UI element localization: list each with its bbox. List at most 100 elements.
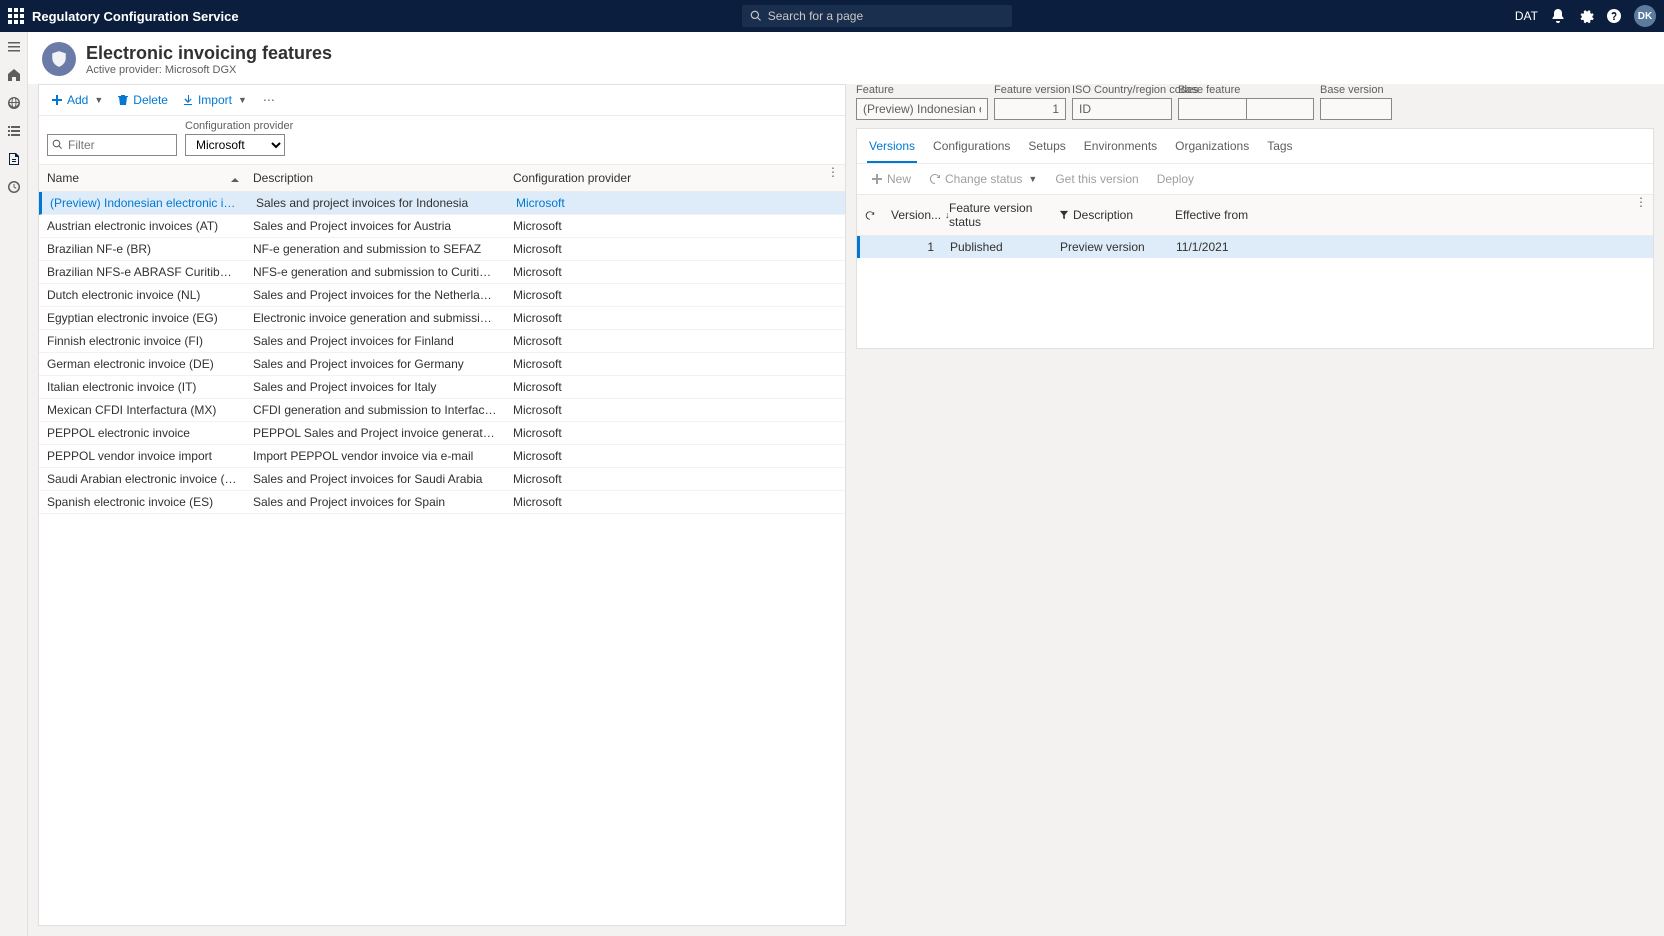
- versions-grid-body: 1PublishedPreview version11/1/2021: [857, 236, 1653, 258]
- cell-provider: Microsoft: [505, 330, 845, 352]
- provider-label: Configuration provider: [185, 120, 293, 132]
- add-button[interactable]: Add ▼: [47, 91, 107, 109]
- delete-button[interactable]: Delete: [113, 91, 172, 109]
- table-row[interactable]: Spanish electronic invoice (ES)Sales and…: [39, 491, 845, 514]
- table-row[interactable]: Saudi Arabian electronic invoice (SA)Sal…: [39, 468, 845, 491]
- cell-provider: Microsoft: [505, 468, 845, 490]
- cell-name: Finnish electronic invoice (FI): [39, 330, 245, 352]
- deploy-button[interactable]: Deploy: [1153, 170, 1198, 188]
- global-search-placeholder: Search for a page: [768, 9, 863, 23]
- tab-setups[interactable]: Setups: [1026, 129, 1067, 163]
- cell-provider: Microsoft: [505, 307, 845, 329]
- versions-header-menu[interactable]: ⋮: [1629, 195, 1653, 235]
- cell-provider: Microsoft: [505, 215, 845, 237]
- col-header-provider[interactable]: Configuration provider: [505, 165, 821, 191]
- features-toolbar: Add ▼ Delete Import ▼ ⋯: [39, 85, 845, 116]
- user-avatar[interactable]: DK: [1634, 5, 1656, 27]
- tab-tags[interactable]: Tags: [1265, 129, 1294, 163]
- refresh-column-icon[interactable]: [857, 195, 883, 235]
- cell-name: German electronic invoice (DE): [39, 353, 245, 375]
- col-header-effective[interactable]: Effective from: [1167, 195, 1629, 235]
- feature-value[interactable]: [856, 98, 988, 120]
- tab-environments[interactable]: Environments: [1082, 129, 1159, 163]
- chevron-down-icon: ▼: [1028, 174, 1037, 184]
- topbar: Regulatory Configuration Service Search …: [0, 0, 1664, 32]
- cell-name: (Preview) Indonesian electronic invoice …: [42, 192, 248, 214]
- col-header-description[interactable]: Description: [245, 165, 505, 191]
- cell-name: PEPPOL vendor invoice import: [39, 445, 245, 467]
- versions-toolbar: New Change status ▼ Get this version Dep…: [857, 164, 1653, 194]
- col-header-version-desc[interactable]: Description: [1051, 195, 1167, 235]
- nav-electronic-invoicing-icon[interactable]: [5, 150, 23, 168]
- table-row[interactable]: (Preview) Indonesian electronic invoice …: [39, 192, 845, 215]
- change-status-button[interactable]: Change status ▼: [925, 170, 1041, 188]
- table-row[interactable]: Austrian electronic invoices (AT)Sales a…: [39, 215, 845, 238]
- cell-description: NFS-e generation and submission to Curit…: [245, 261, 505, 283]
- page-subtitle: Active provider: Microsoft DGX: [86, 64, 332, 76]
- import-button[interactable]: Import ▼: [178, 91, 251, 109]
- get-version-button[interactable]: Get this version: [1051, 170, 1142, 188]
- cell-name: Mexican CFDI Interfactura (MX): [39, 399, 245, 421]
- notifications-icon[interactable]: [1550, 8, 1566, 24]
- help-icon[interactable]: [1606, 8, 1622, 24]
- features-grid-header: Name Description Configuration provider …: [39, 164, 845, 192]
- iso-value[interactable]: [1072, 98, 1172, 120]
- feature-version-label: Feature version: [994, 84, 1066, 96]
- company-code[interactable]: DAT: [1515, 9, 1538, 23]
- trash-icon: [117, 94, 129, 106]
- global-search[interactable]: Search for a page: [742, 5, 1012, 27]
- search-icon: [750, 10, 762, 22]
- cell-provider: Microsoft: [505, 491, 845, 513]
- table-row[interactable]: Egyptian electronic invoice (EG)Electron…: [39, 307, 845, 330]
- cell-name: Dutch electronic invoice (NL): [39, 284, 245, 306]
- nav-hamburger-icon[interactable]: [5, 38, 23, 56]
- tab-organizations[interactable]: Organizations: [1173, 129, 1251, 163]
- table-row[interactable]: Brazilian NF-e (BR)NF-e generation and s…: [39, 238, 845, 261]
- cell-provider: Microsoft: [505, 445, 845, 467]
- table-row[interactable]: German electronic invoice (DE)Sales and …: [39, 353, 845, 376]
- cell-provider: Microsoft: [505, 284, 845, 306]
- filters-row: Configuration provider Microsoft: [39, 116, 845, 164]
- cell-status: Published: [942, 236, 1052, 258]
- cell-provider: Microsoft: [505, 399, 845, 421]
- cell-provider: Microsoft: [508, 192, 845, 214]
- new-version-button[interactable]: New: [867, 170, 915, 188]
- nav-globalization-icon[interactable]: [5, 94, 23, 112]
- feature-version-value[interactable]: [994, 98, 1066, 120]
- base-version-value[interactable]: [1320, 98, 1392, 120]
- base-feature-value-a[interactable]: [1178, 98, 1246, 120]
- table-row[interactable]: PEPPOL vendor invoice importImport PEPPO…: [39, 445, 845, 468]
- cell-provider: Microsoft: [505, 422, 845, 444]
- table-row[interactable]: PEPPOL electronic invoicePEPPOL Sales an…: [39, 422, 845, 445]
- cell-provider: Microsoft: [505, 261, 845, 283]
- table-row[interactable]: Brazilian NFS-e ABRASF Curitiba (BR)NFS-…: [39, 261, 845, 284]
- cell-description: Import PEPPOL vendor invoice via e-mail: [245, 445, 505, 467]
- table-row[interactable]: Italian electronic invoice (IT)Sales and…: [39, 376, 845, 399]
- more-actions-button[interactable]: ⋯: [257, 91, 281, 109]
- filter-input[interactable]: [47, 134, 177, 156]
- table-row[interactable]: Mexican CFDI Interfactura (MX)CFDI gener…: [39, 399, 845, 422]
- nav-home-icon[interactable]: [5, 66, 23, 84]
- page-title: Electronic invoicing features: [86, 43, 332, 64]
- cell-provider: Microsoft: [505, 353, 845, 375]
- nav-recent-icon[interactable]: [5, 178, 23, 196]
- feature-label: Feature: [856, 84, 988, 96]
- nav-list-icon[interactable]: [5, 122, 23, 140]
- col-header-name[interactable]: Name: [39, 165, 245, 191]
- col-header-version[interactable]: Version... ↓: [883, 195, 941, 235]
- table-row[interactable]: Finnish electronic invoice (FI)Sales and…: [39, 330, 845, 353]
- app-launcher-icon[interactable]: [8, 8, 24, 24]
- tab-versions[interactable]: Versions: [867, 129, 917, 163]
- version-row[interactable]: 1PublishedPreview version11/1/2021: [857, 236, 1653, 258]
- base-feature-value-b[interactable]: [1246, 98, 1314, 120]
- cell-description: Sales and project invoices for Indonesia: [248, 192, 508, 214]
- cell-description: NF-e generation and submission to SEFAZ: [245, 238, 505, 260]
- cell-name: Italian electronic invoice (IT): [39, 376, 245, 398]
- table-row[interactable]: Dutch electronic invoice (NL)Sales and P…: [39, 284, 845, 307]
- provider-select[interactable]: Microsoft: [185, 134, 285, 156]
- features-grid-body: (Preview) Indonesian electronic invoice …: [39, 192, 845, 925]
- col-header-status[interactable]: Feature version status: [941, 195, 1051, 235]
- grid-header-menu[interactable]: ⋮: [821, 165, 845, 191]
- settings-icon[interactable]: [1578, 8, 1594, 24]
- tab-configurations[interactable]: Configurations: [931, 129, 1012, 163]
